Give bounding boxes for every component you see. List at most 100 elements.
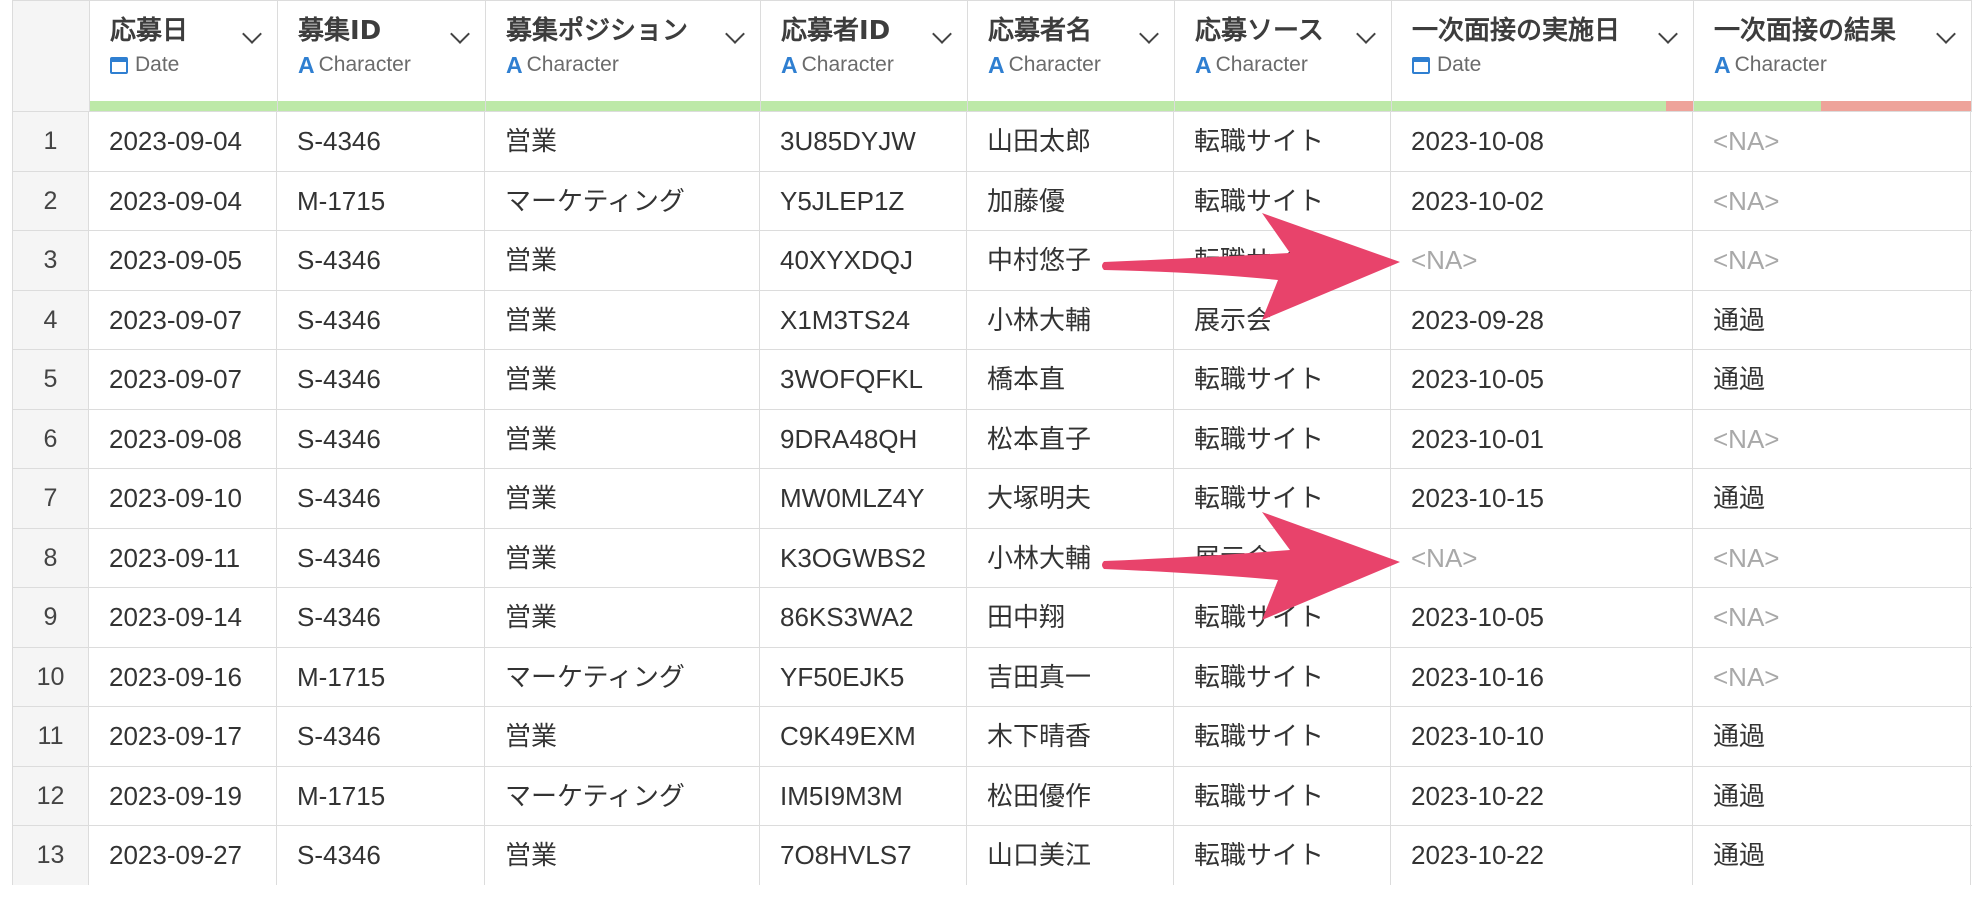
cell-position[interactable]: 営業 [485,350,760,409]
cell-interview-result[interactable]: 通過 [1693,350,1971,409]
cell-position[interactable]: 営業 [485,469,760,528]
cell-interview-date[interactable]: 2023-10-01 [1391,409,1693,468]
cell-recruit-id[interactable]: S-4346 [277,528,485,587]
cell-applicant-id[interactable]: 3WOFQFKL [760,350,967,409]
cell-recruit-id[interactable]: S-4346 [277,231,485,290]
cell-applicant-name[interactable]: 小林大輔 [967,528,1174,587]
cell-recruit-id[interactable]: M-1715 [277,766,485,825]
cell-recruit-id[interactable]: S-4346 [277,826,485,885]
column-header-applicant-id[interactable]: 応募者ID A Character [761,1,968,111]
cell-source[interactable]: 転職サイト [1174,409,1391,468]
cell-position[interactable]: 営業 [485,707,760,766]
cell-applicant-id[interactable]: Y5JLEP1Z [760,171,967,230]
cell-interview-date[interactable]: 2023-10-10 [1391,707,1693,766]
cell-applicant-name[interactable]: 山田太郎 [967,112,1174,171]
cell-position[interactable]: 営業 [485,826,760,885]
table-row[interactable]: 13 2023-09-27 S-4346 営業 7O8HVLS7 山口美江 転職サイト 202… [13,825,1972,885]
table-row[interactable]: 4 2023-09-07 S-4346 営業 X1M3TS24 小林大輔 展示会 2023-0… [13,289,1972,349]
cell-apply-date[interactable]: 2023-09-27 [89,826,277,885]
column-header-recruit-id[interactable]: 募集ID A Character [278,1,486,111]
cell-recruit-id[interactable]: S-4346 [277,469,485,528]
cell-applicant-name[interactable]: 小林大輔 [967,290,1174,349]
cell-source[interactable]: 転職サイト [1174,112,1391,171]
cell-apply-date[interactable]: 2023-09-10 [89,469,277,528]
cell-applicant-name[interactable]: 橋本直 [967,350,1174,409]
cell-interview-result[interactable]: <NA> [1693,171,1971,230]
table-row[interactable]: 6 2023-09-08 S-4346 営業 9DRA48QH 松本直子 転職サイト 2023… [13,408,1972,468]
cell-applicant-name[interactable]: 松本直子 [967,409,1174,468]
column-header-position[interactable]: 募集ポジション A Character [486,1,761,111]
cell-apply-date[interactable]: 2023-09-04 [89,112,277,171]
cell-apply-date[interactable]: 2023-09-05 [89,231,277,290]
table-row[interactable]: 10 2023-09-16 M-1715 マーケティング YF50EJK5 吉田真一 転職サ… [13,646,1972,706]
cell-recruit-id[interactable]: S-4346 [277,290,485,349]
cell-applicant-id[interactable]: 40XYXDQJ [760,231,967,290]
cell-interview-date[interactable]: 2023-10-02 [1391,171,1693,230]
cell-apply-date[interactable]: 2023-09-07 [89,350,277,409]
cell-position[interactable]: マーケティング [485,647,760,706]
cell-position[interactable]: 営業 [485,112,760,171]
cell-recruit-id[interactable]: S-4346 [277,707,485,766]
cell-applicant-name[interactable]: 吉田真一 [967,647,1174,706]
cell-applicant-name[interactable]: 田中翔 [967,588,1174,647]
cell-apply-date[interactable]: 2023-09-16 [89,647,277,706]
cell-applicant-id[interactable]: X1M3TS24 [760,290,967,349]
cell-position[interactable]: マーケティング [485,171,760,230]
cell-interview-result[interactable]: <NA> [1693,112,1971,171]
cell-applicant-name[interactable]: 中村悠子 [967,231,1174,290]
cell-interview-result[interactable]: <NA> [1693,409,1971,468]
cell-recruit-id[interactable]: S-4346 [277,588,485,647]
cell-source[interactable]: 転職サイト [1174,231,1391,290]
cell-position[interactable]: マーケティング [485,766,760,825]
cell-interview-result[interactable]: 通過 [1693,707,1971,766]
table-row[interactable]: 8 2023-09-11 S-4346 営業 K3OGWBS2 小林大輔 展示会 <NA> <N… [13,527,1972,587]
cell-apply-date[interactable]: 2023-09-19 [89,766,277,825]
cell-recruit-id[interactable]: S-4346 [277,350,485,409]
cell-interview-date[interactable]: 2023-10-08 [1391,112,1693,171]
cell-applicant-id[interactable]: K3OGWBS2 [760,528,967,587]
cell-source[interactable]: 展示会 [1174,528,1391,587]
column-header-interview-result[interactable]: 一次面接の結果 A Character [1694,1,1972,111]
cell-recruit-id[interactable]: S-4346 [277,409,485,468]
cell-source[interactable]: 転職サイト [1174,826,1391,885]
cell-interview-result[interactable]: 通過 [1693,290,1971,349]
cell-interview-date[interactable]: 2023-09-28 [1391,290,1693,349]
cell-interview-result[interactable]: 通過 [1693,766,1971,825]
cell-recruit-id[interactable]: S-4346 [277,112,485,171]
cell-apply-date[interactable]: 2023-09-04 [89,171,277,230]
cell-interview-result[interactable]: <NA> [1693,528,1971,587]
cell-apply-date[interactable]: 2023-09-14 [89,588,277,647]
cell-interview-result[interactable]: <NA> [1693,231,1971,290]
cell-applicant-name[interactable]: 大塚明夫 [967,469,1174,528]
cell-apply-date[interactable]: 2023-09-11 [89,528,277,587]
cell-applicant-name[interactable]: 木下晴香 [967,707,1174,766]
cell-interview-date[interactable]: 2023-10-05 [1391,588,1693,647]
cell-interview-date[interactable]: 2023-10-22 [1391,766,1693,825]
cell-apply-date[interactable]: 2023-09-08 [89,409,277,468]
cell-position[interactable]: 営業 [485,588,760,647]
table-row[interactable]: 12 2023-09-19 M-1715 マーケティング IM5I9M3M 松田優作 転職サ… [13,765,1972,825]
column-header-source[interactable]: 応募ソース A Character [1175,1,1392,111]
cell-position[interactable]: 営業 [485,290,760,349]
table-row[interactable]: 5 2023-09-07 S-4346 営業 3WOFQFKL 橋本直 転職サイト 2023-… [13,349,1972,409]
cell-interview-date[interactable]: 2023-10-16 [1391,647,1693,706]
cell-interview-result[interactable]: <NA> [1693,647,1971,706]
cell-recruit-id[interactable]: M-1715 [277,171,485,230]
column-header-interview-date[interactable]: 一次面接の実施日 Date [1392,1,1694,111]
cell-apply-date[interactable]: 2023-09-07 [89,290,277,349]
column-header-applicant-name[interactable]: 応募者名 A Character [968,1,1175,111]
cell-source[interactable]: 転職サイト [1174,647,1391,706]
cell-source[interactable]: 転職サイト [1174,588,1391,647]
cell-source[interactable]: 転職サイト [1174,766,1391,825]
cell-recruit-id[interactable]: M-1715 [277,647,485,706]
cell-position[interactable]: 営業 [485,231,760,290]
cell-interview-result[interactable]: <NA> [1693,588,1971,647]
cell-applicant-id[interactable]: 9DRA48QH [760,409,967,468]
cell-source[interactable]: 転職サイト [1174,171,1391,230]
cell-applicant-id[interactable]: YF50EJK5 [760,647,967,706]
cell-interview-date[interactable]: 2023-10-05 [1391,350,1693,409]
cell-source[interactable]: 展示会 [1174,290,1391,349]
cell-interview-date[interactable]: 2023-10-15 [1391,469,1693,528]
cell-source[interactable]: 転職サイト [1174,469,1391,528]
cell-applicant-id[interactable]: MW0MLZ4Y [760,469,967,528]
